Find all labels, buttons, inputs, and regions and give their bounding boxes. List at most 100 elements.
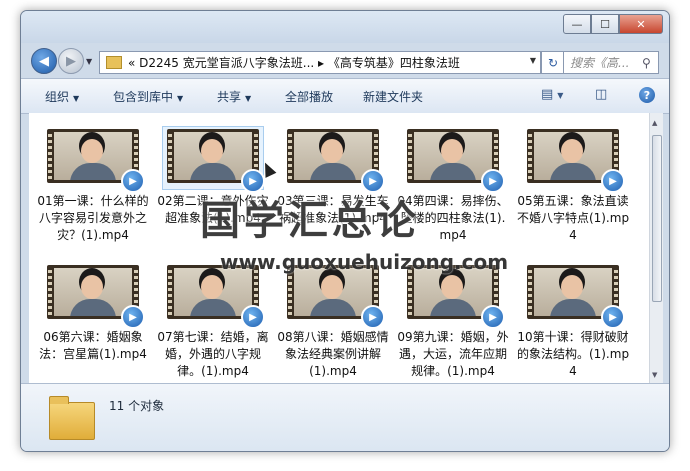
vertical-scrollbar[interactable]: ▲ ▼ <box>649 113 663 383</box>
video-frame <box>534 268 612 316</box>
file-name[interactable]: 06第六课：婚姻象法：宫星篇(1).mp4 <box>35 329 151 363</box>
minimize-button[interactable]: — <box>563 14 591 34</box>
share-button[interactable]: 共享 ▼ <box>217 88 251 105</box>
video-frame <box>54 132 132 180</box>
back-arrow-icon: ◀ <box>39 53 49 69</box>
video-thumbnail[interactable]: ▶ <box>283 127 385 193</box>
presenter-body <box>430 163 476 180</box>
video-thumbnail[interactable]: ▶ <box>43 127 145 193</box>
caption-buttons: — ☐ ✕ <box>563 14 663 34</box>
video-frame <box>174 268 252 316</box>
refresh-button[interactable]: ↻ <box>541 51 565 74</box>
maximize-button[interactable]: ☐ <box>591 14 619 34</box>
presenter-head <box>561 139 583 163</box>
video-frame <box>54 268 132 316</box>
presenter-head <box>81 139 103 163</box>
video-thumbnail[interactable]: ▶ <box>43 263 145 329</box>
video-thumbnail[interactable]: ▶ <box>162 126 265 193</box>
file-name[interactable]: 05第五课：象法直读不婚八字特点(1).mp4 <box>515 193 631 244</box>
presenter-body <box>310 299 356 316</box>
file-item[interactable]: ▶ 01第一课：什么样的八字容易引发意外之灾？(1).mp4 <box>35 127 151 244</box>
media-player-icon: ▶ <box>121 169 145 193</box>
file-name[interactable]: 08第八课：婚姻感情象法经典案例讲解(1).mp4 <box>275 329 391 380</box>
media-player-icon: ▶ <box>241 305 265 329</box>
scroll-up-icon[interactable]: ▲ <box>652 119 657 127</box>
search-icon: ⚲ <box>642 55 651 70</box>
recent-pages-dropdown-icon[interactable]: ▼ <box>86 57 92 66</box>
include-in-library-label: 包含到库中 <box>113 90 174 104</box>
video-frame <box>414 268 492 316</box>
presenter-body <box>550 299 596 316</box>
video-frame <box>294 132 372 180</box>
title-bar: — ☐ ✕ <box>21 11 669 43</box>
presenter-head <box>201 139 223 163</box>
video-thumbnail[interactable]: ▶ <box>523 263 625 329</box>
play-all-button[interactable]: 全部播放 <box>285 88 333 105</box>
file-name[interactable]: 10第十课：得财破财的象法结构。(1).mp4 <box>515 329 631 380</box>
file-item[interactable]: ▶ 05第五课：象法直读不婚八字特点(1).mp4 <box>515 127 631 244</box>
video-frame <box>294 268 372 316</box>
file-name[interactable]: 07第七课：结婚，离婚，外遇的八字规律。(1).mp4 <box>155 329 271 380</box>
forward-button[interactable]: ▶ <box>58 48 84 74</box>
help-icon[interactable]: ? <box>639 87 655 103</box>
watermark-text: 国学汇总论 <box>200 198 420 244</box>
media-player-icon: ▶ <box>481 169 505 193</box>
include-in-library-button[interactable]: 包含到库中 ▼ <box>113 88 183 105</box>
chevron-down-icon: ▼ <box>177 94 184 103</box>
file-name[interactable]: 01第一课：什么样的八字容易引发意外之灾？(1).mp4 <box>35 193 151 244</box>
presenter-head <box>201 275 223 299</box>
presenter-head <box>321 275 343 299</box>
presenter-body <box>70 163 116 180</box>
presenter-body <box>70 299 116 316</box>
presenter-body <box>550 163 596 180</box>
file-item[interactable]: ▶ 06第六课：婚姻象法：宫星篇(1).mp4 <box>35 263 151 363</box>
search-box[interactable]: 搜索《高... ⚲ <box>563 51 659 74</box>
organize-label: 组织 <box>45 90 70 104</box>
media-player-icon: ▶ <box>121 305 145 329</box>
media-player-icon: ▶ <box>601 305 625 329</box>
chevron-down-icon: ▼ <box>73 94 80 103</box>
organize-button[interactable]: 组织 ▼ <box>45 88 79 105</box>
video-frame <box>174 132 252 180</box>
chevron-down-icon: ▼ <box>245 94 252 103</box>
presenter-body <box>310 163 356 180</box>
video-thumbnail[interactable]: ▶ <box>403 127 505 193</box>
presenter-body <box>430 299 476 316</box>
view-options-icon[interactable]: ▤ ▼ <box>541 87 563 102</box>
presenter-head <box>81 275 103 299</box>
media-player-icon: ▶ <box>481 305 505 329</box>
address-bar[interactable]: « D2245 宽元堂盲派八字象法班... ▸ 《高专筑基》四柱象法班 ▼ <box>99 51 541 74</box>
video-frame <box>534 132 612 180</box>
folder-icon <box>49 396 95 440</box>
file-item[interactable]: ▶ 09第九课：婚姻，外遇，大运，流年应期规律。(1).mp4 <box>395 263 511 380</box>
video-frame <box>414 132 492 180</box>
presenter-body <box>190 299 236 316</box>
refresh-icon: ↻ <box>547 55 559 70</box>
scroll-down-icon[interactable]: ▼ <box>652 371 657 379</box>
command-bar: 组织 ▼ 包含到库中 ▼ 共享 ▼ 全部播放 新建文件夹 ▤ ▼ ◫ ? <box>21 78 669 114</box>
file-item[interactable]: ▶ 07第七课：结婚，离婚，外遇的八字规律。(1).mp4 <box>155 263 271 380</box>
presenter-body <box>190 163 236 180</box>
navigation-bar: ◀ ▶ ▼ « D2245 宽元堂盲派八字象法班... ▸ 《高专筑基》四柱象法… <box>21 44 669 78</box>
details-pane: 11 个对象 <box>21 383 669 451</box>
close-button[interactable]: ✕ <box>619 14 663 34</box>
forward-arrow-icon: ▶ <box>66 53 76 69</box>
new-folder-button[interactable]: 新建文件夹 <box>363 88 423 105</box>
video-thumbnail[interactable]: ▶ <box>523 127 625 193</box>
presenter-head <box>441 139 463 163</box>
presenter-head <box>441 275 463 299</box>
file-item[interactable]: ▶ 08第八课：婚姻感情象法经典案例讲解(1).mp4 <box>275 263 391 380</box>
file-name[interactable]: 09第九课：婚姻，外遇，大运，流年应期规律。(1).mp4 <box>395 329 511 380</box>
search-input[interactable]: 搜索《高... <box>564 54 642 71</box>
address-dropdown-icon[interactable]: ▼ <box>530 56 536 65</box>
watermark-url: www.guoxuehuizong.com <box>220 250 509 274</box>
item-count: 11 个对象 <box>109 399 165 413</box>
file-list: ▶ 01第一课：什么样的八字容易引发意外之灾？(1).mp4 ▶ 02第二课：意外伤灾… <box>29 113 649 383</box>
address-path[interactable]: « D2245 宽元堂盲派八字象法班... ▸ 《高专筑基》四柱象法班 <box>128 54 460 71</box>
back-button[interactable]: ◀ <box>31 48 57 74</box>
presenter-head <box>321 139 343 163</box>
share-label: 共享 <box>217 90 242 104</box>
scrollbar-thumb[interactable] <box>652 135 662 302</box>
file-item[interactable]: ▶ 10第十课：得财破财的象法结构。(1).mp4 <box>515 263 631 380</box>
preview-pane-icon[interactable]: ◫ <box>595 87 607 102</box>
